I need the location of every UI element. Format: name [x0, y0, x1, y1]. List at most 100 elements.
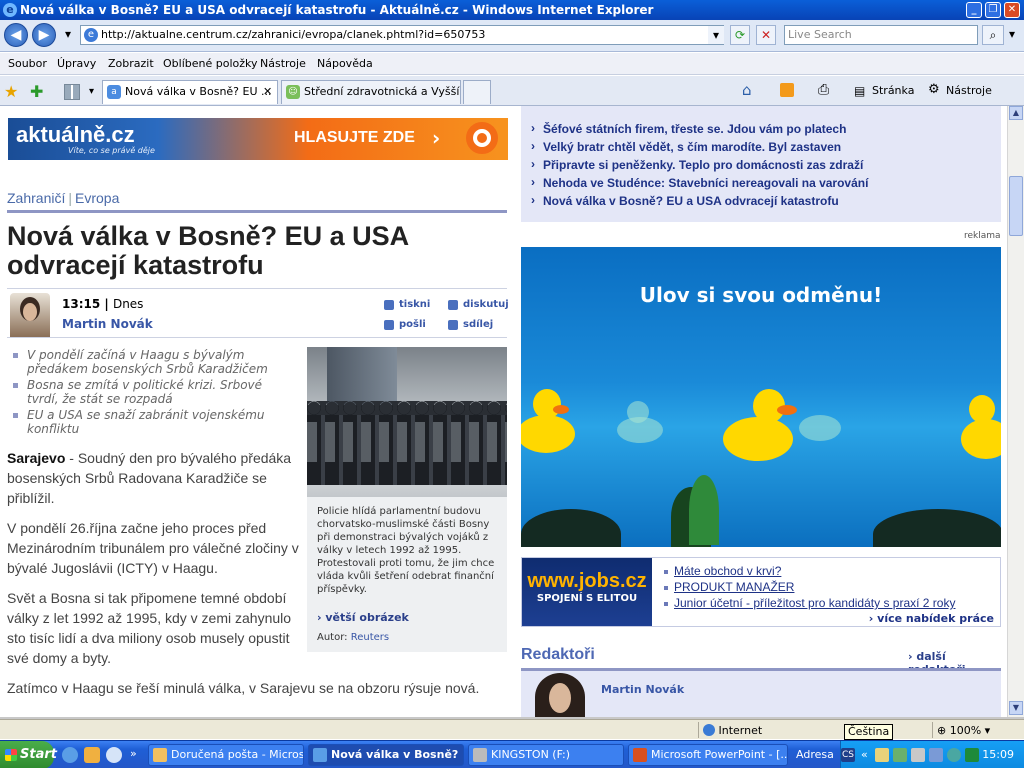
- tools-menu[interactable]: Nástroje: [946, 84, 992, 97]
- refresh-icon[interactable]: ⟳: [730, 25, 750, 45]
- home-icon[interactable]: ⌂: [742, 81, 752, 99]
- related-link[interactable]: Šéfové státních firem, třeste se. Jdou v…: [531, 121, 868, 136]
- quick-tabs-icon[interactable]: [64, 84, 80, 100]
- related-link[interactable]: Nová válka v Bosně? EU a USA odvracejí k…: [531, 193, 868, 208]
- forward-button[interactable]: ▶: [32, 23, 56, 47]
- favorites-star-icon[interactable]: ★: [4, 82, 18, 101]
- article-headline: Nová válka v Bosně? EU a USA odvracejí k…: [7, 221, 409, 280]
- ie-quicklaunch-icon[interactable]: [62, 747, 78, 763]
- breadcrumb-item[interactable]: Evropa: [75, 190, 119, 206]
- menu-edit[interactable]: Úpravy: [57, 57, 96, 70]
- article-author[interactable]: Martin Novák: [62, 317, 153, 331]
- zoom-control[interactable]: ⊕ 100% ▾: [932, 722, 1020, 738]
- job-link[interactable]: PRODUKT MANAŽER: [662, 580, 955, 594]
- address-dropdown-icon[interactable]: ▾: [708, 26, 724, 44]
- history-dropdown-icon[interactable]: ▾: [58, 25, 78, 45]
- duck-beak: [553, 405, 569, 414]
- menu-view[interactable]: Zobrazit: [108, 57, 154, 70]
- tab-bar: ★ ✚ ▾ a Nová válka v Bosně? EU ... ✕ ☺ S…: [0, 76, 1024, 106]
- zone-cell: Internet: [698, 722, 838, 738]
- ad-label: reklama: [964, 231, 1001, 241]
- job-link[interactable]: Junior účetní - příležitost pro kandidát…: [662, 596, 955, 610]
- article-body: Sarajevo - Soudný den pro bývalého předá…: [7, 448, 299, 678]
- usb-tray-icon[interactable]: [911, 748, 925, 762]
- new-tab-button[interactable]: [463, 80, 491, 104]
- banner-cta: HLASUJTE ZDE: [294, 129, 415, 146]
- tab-label: Nová válka v Bosně? EU ...: [125, 85, 272, 98]
- banner-logo: aktuálně.cz: [16, 122, 135, 147]
- related-link[interactable]: Připravte si peněženky. Teplo pro domácn…: [531, 157, 868, 172]
- address-input[interactable]: e http://aktualne.centrum.cz/zahranici/e…: [80, 25, 724, 45]
- jobs-logo[interactable]: www.jobs.cz SPOJENÍ S ELITOU: [522, 558, 652, 626]
- taskbar-button-mail[interactable]: Doručená pošta - Micros...: [148, 744, 304, 766]
- media-player-quicklaunch-icon[interactable]: [106, 747, 122, 763]
- minimize-button[interactable]: _: [966, 2, 982, 18]
- menu-favorites[interactable]: Oblíbené položky: [163, 57, 258, 70]
- scroll-down-icon[interactable]: ▼: [1009, 701, 1023, 715]
- start-button[interactable]: Start: [0, 741, 57, 768]
- menu-help[interactable]: Nápověda: [317, 57, 373, 70]
- tab-close-icon[interactable]: ✕: [263, 81, 272, 103]
- print-icon[interactable]: ⎙: [818, 82, 829, 98]
- quicklaunch-more-icon[interactable]: »: [130, 747, 137, 760]
- drive-icon: [473, 748, 487, 762]
- network-tray-icon[interactable]: [893, 748, 907, 762]
- related-link[interactable]: Nehoda ve Studénce: Stavebníci nereagova…: [531, 175, 868, 190]
- search-options-icon[interactable]: ▾: [1004, 25, 1020, 45]
- tab-inactive[interactable]: ☺ Střední zdravotnická a Vyšší ...: [281, 80, 461, 104]
- breadcrumb-item[interactable]: Zahraničí: [7, 190, 65, 206]
- page-menu[interactable]: Stránka: [872, 84, 914, 97]
- scroll-thumb[interactable]: [1009, 176, 1023, 236]
- ie-icon: e: [3, 3, 17, 17]
- taskbar-button-ie[interactable]: Nová válka v Bosně? ...: [308, 744, 464, 766]
- menu-tools[interactable]: Nástroje: [260, 57, 306, 70]
- credit-value[interactable]: Reuters: [351, 632, 389, 643]
- tab-list-icon[interactable]: ▾: [89, 86, 94, 97]
- more-jobs-link[interactable]: › více nabídek práce: [869, 612, 994, 625]
- globe-icon: [703, 724, 715, 736]
- add-favorite-icon[interactable]: ✚: [30, 82, 43, 101]
- jobs-list: Máte obchod v krvi? PRODUKT MANAŽER Juni…: [662, 564, 955, 612]
- search-icon[interactable]: ⌕: [982, 25, 1004, 45]
- taskbar-button-drive[interactable]: KINGSTON (F:): [468, 744, 624, 766]
- antivirus-tray-icon[interactable]: [965, 748, 979, 762]
- related-link[interactable]: Velký bratr chtěl vědět, s čím marodíte.…: [531, 139, 868, 154]
- aktualne-banner-ad[interactable]: aktuálně.cz Víte, co se právě děje HLASU…: [8, 118, 508, 160]
- duck-advertisement[interactable]: Ulov si svou odměnu!: [521, 247, 1001, 547]
- window-titlebar: e Nová válka v Bosně? EU a USA odvracejí…: [0, 0, 1024, 20]
- breadcrumb: Zahraničí | Evropa: [7, 190, 119, 206]
- display-tray-icon[interactable]: [929, 748, 943, 762]
- feeds-icon[interactable]: [780, 83, 794, 97]
- job-link[interactable]: Máte obchod v krvi?: [662, 564, 955, 578]
- day-value: Dnes: [112, 297, 144, 311]
- close-button[interactable]: ✕: [1004, 2, 1020, 18]
- article-photo[interactable]: [307, 347, 507, 497]
- editor-name[interactable]: Martin Novák: [601, 683, 684, 696]
- share-link[interactable]: sdílej: [448, 319, 493, 330]
- speech-bubble-icon: [448, 300, 458, 310]
- tray-expand-icon[interactable]: «: [861, 748, 868, 761]
- tab-active[interactable]: a Nová válka v Bosně? EU ... ✕: [102, 80, 278, 104]
- print-label: tiskni: [399, 299, 431, 310]
- discuss-link[interactable]: diskutuj: [448, 299, 509, 310]
- language-icon[interactable]: CS: [841, 748, 855, 762]
- menu-file[interactable]: Soubor: [8, 57, 47, 70]
- outlook-quicklaunch-icon[interactable]: [84, 747, 100, 763]
- taskbar-button-powerpoint[interactable]: Microsoft PowerPoint - [...: [628, 744, 788, 766]
- stop-icon[interactable]: ✕: [756, 25, 776, 45]
- author-avatar: [10, 293, 50, 337]
- print-link[interactable]: tiskni: [384, 299, 430, 310]
- maximize-button[interactable]: ❐: [985, 2, 1001, 18]
- scroll-up-icon[interactable]: ▲: [1009, 106, 1023, 120]
- search-input[interactable]: Live Search: [784, 25, 978, 45]
- rubber-duck: [521, 415, 575, 453]
- article-time: 13:15 | Dnes: [62, 297, 144, 311]
- print-icon: [384, 300, 394, 310]
- time-value: 13:15: [62, 297, 101, 311]
- security-tray-icon[interactable]: [947, 748, 961, 762]
- back-button[interactable]: ◀: [4, 23, 28, 47]
- send-link[interactable]: pošli: [384, 319, 426, 330]
- vertical-scrollbar[interactable]: ▲ ▼: [1007, 106, 1024, 717]
- larger-image-link[interactable]: › větší obrázek: [317, 611, 409, 624]
- mail-tray-icon[interactable]: [875, 748, 889, 762]
